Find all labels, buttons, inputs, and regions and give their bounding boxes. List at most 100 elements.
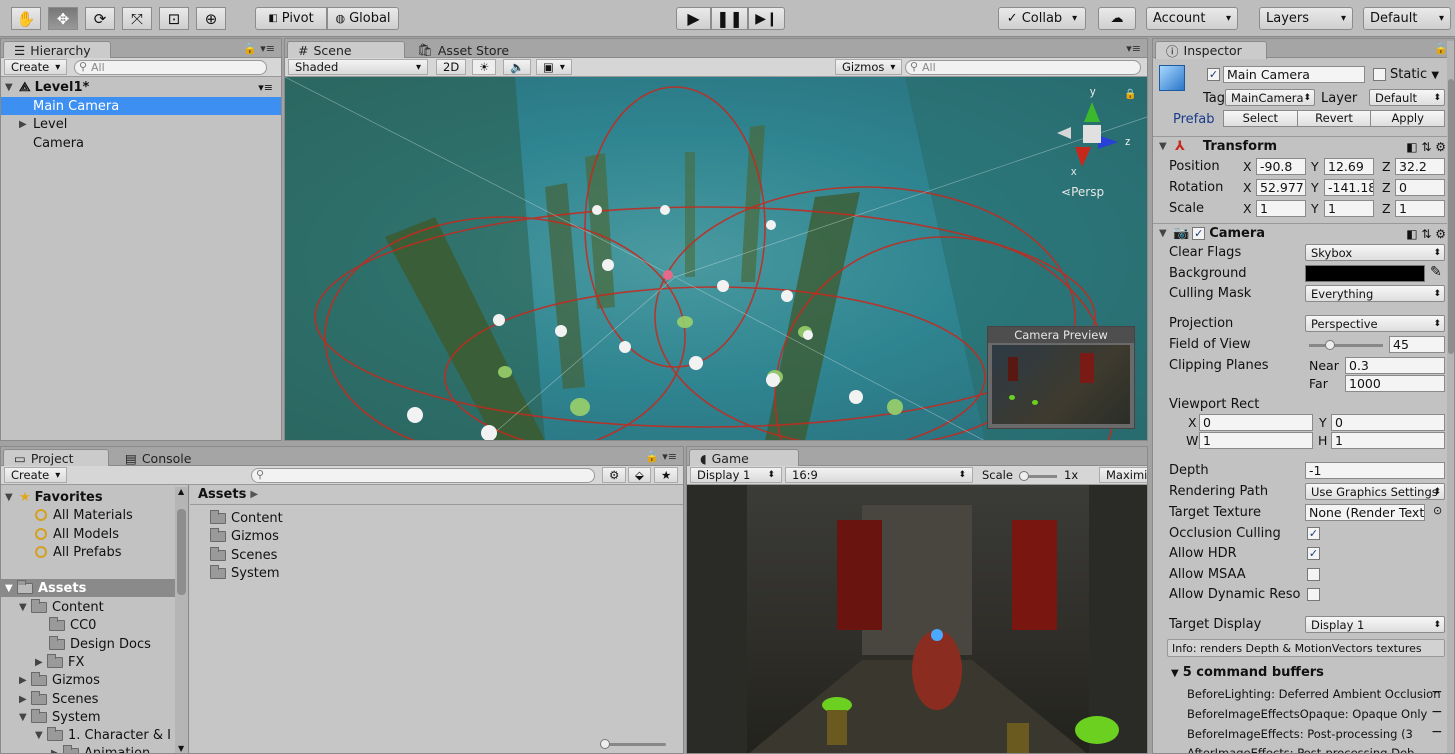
breadcrumb[interactable]: Assets ▶: [190, 485, 683, 505]
favorite-item-models[interactable]: All Models: [1, 525, 188, 543]
tab-game[interactable]: ◖ Game: [689, 449, 799, 467]
2d-toggle[interactable]: 2D: [436, 59, 467, 75]
target-texture-field[interactable]: None (Render Texture): [1305, 504, 1425, 521]
tab-asset-store[interactable]: 🛍 Asset Store: [407, 41, 519, 59]
position-y-field[interactable]: 12.69: [1324, 158, 1374, 175]
assets-root-row[interactable]: ▼ Assets: [1, 579, 175, 597]
scroll-thumb[interactable]: [1448, 79, 1454, 354]
layer-dropdown[interactable]: Default: [1369, 89, 1445, 106]
fold-down-icon[interactable]: ▼: [5, 492, 17, 503]
tag-dropdown[interactable]: MainCamera: [1225, 89, 1315, 106]
eyedropper-icon[interactable]: ✎: [1430, 264, 1442, 280]
component-settings-icon[interactable]: ◧ ⇅ ⚙: [1406, 227, 1446, 241]
cloud-button[interactable]: ☁: [1098, 7, 1136, 30]
remove-icon[interactable]: −: [1431, 724, 1443, 740]
panel-menu-icon[interactable]: 🔒: [1434, 42, 1448, 55]
scroll-down-icon[interactable]: ▼: [178, 744, 184, 753]
scene-viewport[interactable]: y x z 🔒 ⋖Persp Camera Preview: [285, 77, 1147, 440]
persp-label[interactable]: ⋖Persp: [1061, 185, 1104, 199]
aspect-dropdown[interactable]: 16:9 ⬍: [785, 467, 973, 483]
hand-tool-button[interactable]: ✋: [11, 7, 41, 30]
component-settings-icon[interactable]: ◧ ⇅ ⚙: [1406, 140, 1446, 154]
icon-size-slider-thumb[interactable]: [600, 739, 610, 749]
fold-right-icon[interactable]: ▶: [19, 694, 31, 705]
chevron-down-icon[interactable]: ▼: [1431, 70, 1439, 81]
account-dropdown[interactable]: Account: [1146, 7, 1238, 30]
prefab-select-button[interactable]: Select: [1223, 110, 1298, 127]
near-field[interactable]: 0.3: [1345, 357, 1445, 374]
viewport-y-field[interactable]: 0: [1331, 414, 1445, 431]
pivot-toggle[interactable]: ◧ Pivot: [255, 7, 327, 30]
rect-tool-button[interactable]: ⊡: [159, 7, 189, 30]
tab-hierarchy[interactable]: ☰ Hierarchy: [3, 41, 111, 59]
fold-right-icon[interactable]: ▶: [35, 657, 47, 668]
object-name-field[interactable]: Main Camera: [1223, 66, 1365, 83]
allow-msaa-checkbox[interactable]: [1307, 568, 1320, 581]
camera-enabled-checkbox[interactable]: ✓: [1192, 227, 1206, 240]
viewport-h-field[interactable]: 1: [1331, 432, 1445, 449]
file-item-system[interactable]: System: [190, 564, 683, 582]
inspector-scrollbar[interactable]: [1447, 41, 1454, 753]
clear-flags-dropdown[interactable]: Skybox: [1305, 244, 1445, 261]
scene-search-input[interactable]: All: [905, 60, 1141, 75]
fold-down-icon[interactable]: ▼: [5, 82, 17, 93]
rendering-path-dropdown[interactable]: Use Graphics Settings: [1305, 483, 1445, 500]
scale-slider[interactable]: [1019, 471, 1057, 481]
tab-project[interactable]: ▭ Project: [3, 449, 109, 467]
audio-toggle[interactable]: 🔈: [503, 59, 532, 75]
fold-right-icon[interactable]: ▶: [19, 675, 31, 686]
hierarchy-search-input[interactable]: All: [74, 60, 267, 75]
scale-slider-thumb[interactable]: [1019, 471, 1029, 481]
tree-item-animation[interactable]: ▶ Animation: [1, 744, 173, 753]
scroll-up-icon[interactable]: ▲: [178, 487, 184, 496]
favorite-item-materials[interactable]: All Materials: [1, 506, 188, 524]
tree-item-gizmos[interactable]: ▶ Gizmos: [1, 671, 188, 689]
scale-tool-button[interactable]: ⤧: [122, 7, 152, 30]
hierarchy-item-level[interactable]: ▶ Level: [1, 115, 281, 133]
layout-dropdown[interactable]: Default: [1363, 7, 1451, 30]
rotation-x-field[interactable]: 52.977: [1256, 179, 1306, 196]
position-x-field[interactable]: -90.8: [1256, 158, 1306, 175]
position-z-field[interactable]: 32.2: [1395, 158, 1445, 175]
rotate-tool-button[interactable]: ⟳: [85, 7, 115, 30]
pause-button[interactable]: ❚❚: [711, 7, 748, 30]
rotation-y-field[interactable]: -141.18: [1324, 179, 1374, 196]
effects-dropdown[interactable]: ▣: [536, 59, 572, 75]
background-color-swatch[interactable]: [1305, 265, 1425, 282]
tree-scrollbar[interactable]: ▲ ▼: [175, 487, 188, 753]
remove-icon[interactable]: −: [1431, 704, 1443, 720]
collab-dropdown[interactable]: ✓ Collab: [998, 7, 1086, 30]
tree-item-content[interactable]: ▼ Content: [1, 598, 188, 616]
fov-field[interactable]: 45: [1389, 336, 1445, 353]
maximize-on-play-toggle[interactable]: Maximi: [1099, 467, 1147, 483]
scene-menu-icon[interactable]: ▾≡: [258, 81, 273, 94]
rotation-z-field[interactable]: 0: [1395, 179, 1445, 196]
scale-y-field[interactable]: 1: [1324, 200, 1374, 217]
depth-field[interactable]: -1: [1305, 462, 1445, 479]
panel-menu-icon[interactable]: 🔒 ▾≡: [243, 42, 275, 55]
gizmos-dropdown[interactable]: Gizmos: [835, 59, 903, 75]
command-buffers-header[interactable]: ▼ 5 command buffers: [1171, 665, 1324, 680]
tab-scene[interactable]: # Scene: [287, 41, 405, 59]
fold-down-icon[interactable]: ▼: [35, 730, 47, 741]
fold-down-icon[interactable]: ▼: [1159, 228, 1171, 239]
scene-root-row[interactable]: ▼ ⟁ Level1* ▾≡: [1, 78, 281, 96]
file-item-scenes[interactable]: Scenes: [190, 546, 683, 564]
scale-z-field[interactable]: 1: [1395, 200, 1445, 217]
tab-console[interactable]: ▤ Console: [115, 449, 201, 467]
tree-item-design-docs[interactable]: Design Docs: [1, 635, 188, 653]
hierarchy-create-dropdown[interactable]: Create: [4, 59, 68, 75]
lighting-toggle[interactable]: ☀: [472, 59, 497, 75]
favorites-row[interactable]: ▼ ★ Favorites: [1, 488, 188, 506]
layers-dropdown[interactable]: Layers: [1259, 7, 1353, 30]
hierarchy-item-main-camera[interactable]: Main Camera: [1, 97, 281, 115]
transform-tool-button[interactable]: ⊕: [196, 7, 226, 30]
file-item-gizmos[interactable]: Gizmos: [190, 527, 683, 545]
viewport-x-field[interactable]: 0: [1199, 414, 1313, 431]
shading-mode-dropdown[interactable]: Shaded: [288, 59, 428, 75]
fold-down-icon[interactable]: ▼: [1171, 668, 1179, 679]
allow-hdr-checkbox[interactable]: ✓: [1307, 547, 1320, 560]
active-checkbox[interactable]: ✓: [1207, 68, 1220, 81]
target-display-dropdown[interactable]: Display 1: [1305, 616, 1445, 633]
panel-menu-icon[interactable]: 🔒 ▾≡: [645, 450, 677, 463]
